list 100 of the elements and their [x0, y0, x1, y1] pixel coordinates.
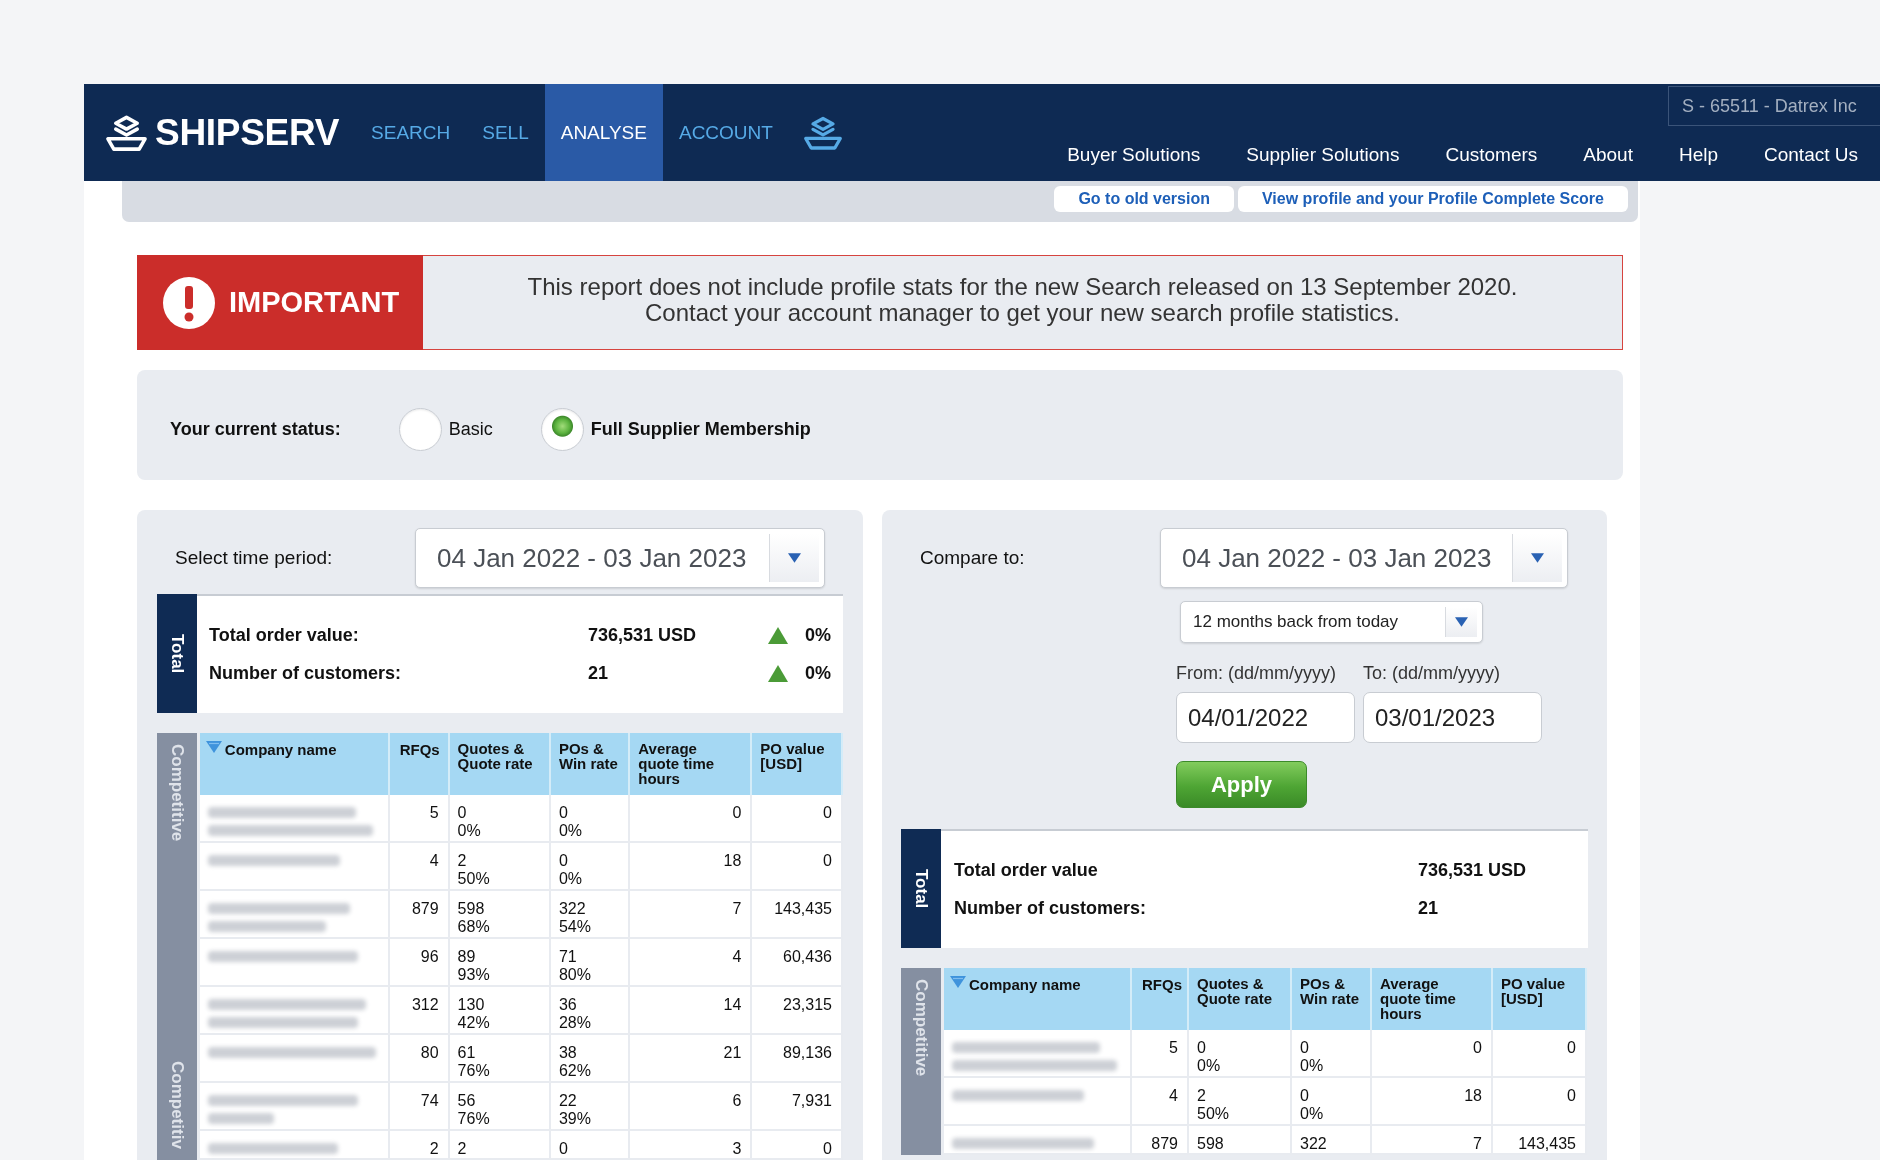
date-input[interactable]: 04/01/2022 — [1176, 692, 1355, 743]
preset-dropdown[interactable]: 12 months back from today — [1180, 601, 1483, 643]
table-cell: 80 — [389, 1035, 450, 1083]
rate-value: 93% — [457, 966, 490, 984]
rate-value: 0% — [1197, 1057, 1221, 1075]
rate-value: 80% — [558, 966, 591, 984]
total-label: Total order value: — [209, 624, 359, 646]
rate-value: 68% — [457, 918, 490, 936]
table-cell: 96 — [389, 939, 450, 987]
table-cell: 879 — [389, 891, 450, 939]
section-label: Competitiv — [166, 1061, 187, 1150]
rate-value: 62% — [558, 1062, 591, 1080]
count-value: 56 — [457, 1092, 476, 1110]
table-cell: 0 — [1372, 1030, 1493, 1078]
rate-value: 0% — [558, 822, 583, 840]
count-value: 0 — [558, 852, 568, 870]
rate-value: 0% — [457, 822, 481, 840]
rate-value: 42% — [457, 1014, 490, 1032]
column-header[interactable]: RFQs — [1142, 977, 1182, 992]
total-section-strip: Total — [157, 594, 197, 713]
table-cell: 7 — [630, 891, 753, 939]
table-cell: 3 — [630, 1131, 753, 1160]
total-section-strip: Total — [901, 829, 941, 948]
section-label: Competitive — [911, 979, 931, 1077]
column-header[interactable]: Company name — [224, 742, 337, 757]
nav-tab[interactable]: SEARCH — [355, 84, 467, 181]
table-cell: 0 — [752, 843, 843, 891]
table-cell: 7 — [1372, 1126, 1493, 1155]
nav-link[interactable]: Supplier Solutions — [1246, 144, 1400, 166]
table-cell: 21 — [630, 1035, 753, 1083]
table-cell: 4 — [630, 939, 753, 987]
table-cell: 879 — [1132, 1126, 1189, 1155]
table-cell: 5 — [1132, 1030, 1189, 1078]
table-cell: 5 — [389, 795, 450, 843]
rate-value: 54% — [558, 918, 591, 936]
count-value: 322 — [1300, 1135, 1327, 1153]
field-label: Compare to: — [920, 547, 1025, 569]
account-label: S - 65511 - Datrex Inc — [1668, 86, 1880, 126]
rate-value: 0% — [1300, 1105, 1324, 1123]
count-value: 322 — [558, 900, 586, 918]
radio-label[interactable]: Basic — [448, 418, 493, 440]
alert-icon — [163, 276, 215, 329]
nav-link[interactable]: Help — [1678, 144, 1718, 166]
count-value: 36 — [558, 996, 577, 1014]
field-label: Select time period: — [175, 547, 333, 569]
table-cell: 2 — [389, 1131, 450, 1160]
count-value: 2 — [457, 852, 467, 870]
table-cell: 0 — [630, 795, 753, 843]
total-label: Number of customers: — [954, 897, 1147, 919]
count-value: 2 — [457, 1140, 467, 1158]
table-cell: 0 — [1493, 1030, 1587, 1078]
count-value: 0 — [558, 1140, 568, 1158]
nav-tab[interactable]: ACCOUNT — [662, 84, 789, 181]
count-value: 61 — [457, 1044, 476, 1062]
sort-icon[interactable] — [950, 976, 966, 988]
date-range-dropdown[interactable]: 04 Jan 2022 - 03 Jan 2023 — [1160, 528, 1568, 588]
rate-value: 0% — [558, 870, 583, 888]
sort-icon[interactable] — [205, 741, 222, 753]
table-cell: 89,136 — [752, 1035, 843, 1083]
table-cell: 0 — [752, 1131, 843, 1160]
rate-value: 76% — [457, 1062, 490, 1080]
notice-text: Contact your account manager to get your new search profile statistics. — [644, 299, 1400, 326]
nav-link[interactable]: Buyer Solutions — [1067, 144, 1201, 166]
table-cell: 14 — [630, 987, 753, 1035]
ship-logo-icon — [105, 113, 148, 152]
nav-tab[interactable]: SELL — [466, 84, 545, 181]
nav-tab[interactable]: ANALYSE — [544, 84, 663, 181]
nav-link[interactable]: About — [1583, 144, 1633, 166]
rate-value: 39% — [558, 1110, 591, 1128]
logo-text: SHIPSERV — [155, 111, 340, 154]
date-input[interactable]: 03/01/2023 — [1363, 692, 1542, 743]
change-value: 0% — [805, 624, 831, 646]
count-value: 0 — [457, 804, 467, 822]
toolbar-button[interactable]: View profile and your Profile Complete Score — [1238, 186, 1628, 212]
count-value: 22 — [558, 1092, 577, 1110]
table-cell: 23,315 — [752, 987, 843, 1035]
count-value: 89 — [457, 948, 476, 966]
field-label: To: (dd/mm/yyyy) — [1363, 662, 1501, 684]
total-value: 736,531 USD — [588, 624, 697, 646]
column-header[interactable]: Company name — [969, 977, 1081, 992]
toolbar-button[interactable]: Go to old version — [1054, 186, 1234, 212]
caret-icon — [1445, 607, 1477, 637]
table-cell: 0 — [752, 795, 843, 843]
badge-text: IMPORTANT — [229, 286, 400, 319]
count-value: 2 — [1197, 1087, 1206, 1105]
count-value: 598 — [1197, 1135, 1224, 1153]
caret-icon — [1512, 534, 1562, 582]
nav-link[interactable]: Contact Us — [1764, 144, 1858, 166]
count-value: 38 — [558, 1044, 577, 1062]
rate-value: 0% — [1300, 1057, 1324, 1075]
total-label: Number of customers: — [209, 662, 402, 684]
radio-label[interactable]: Full Supplier Membership — [590, 418, 811, 440]
change-value: 0% — [805, 662, 831, 684]
count-value: 0 — [1300, 1039, 1309, 1057]
date-range-dropdown[interactable]: 04 Jan 2022 - 03 Jan 2023 — [415, 528, 825, 588]
count-value: 0 — [558, 804, 568, 822]
table-cell: 7,931 — [752, 1083, 843, 1131]
nav-link[interactable]: Customers — [1445, 144, 1538, 166]
section-label: Competitive — [166, 744, 187, 842]
column-header[interactable]: RFQs — [399, 742, 440, 757]
